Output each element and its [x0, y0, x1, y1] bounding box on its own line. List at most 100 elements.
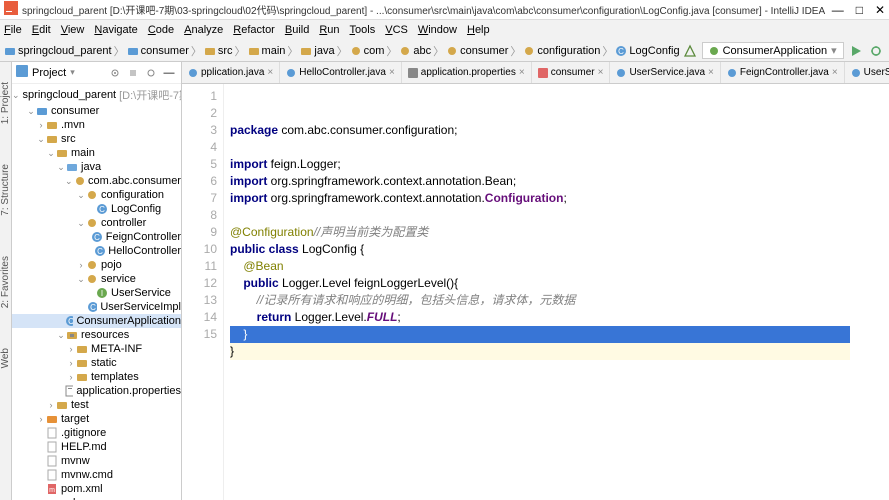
tab-application-properties[interactable]: application.properties×	[402, 62, 532, 84]
tree-node-resources[interactable]: ⌄resources	[12, 328, 181, 342]
code-line-10[interactable]: public Logger.Level feignLoggerLevel(){	[230, 275, 889, 292]
tab-consumer[interactable]: consumer×	[532, 62, 611, 84]
tab-feigncontroller-java[interactable]: FeignController.java×	[721, 62, 845, 84]
code-line-5[interactable]: import org.springframework.context.annot…	[230, 190, 889, 207]
tab-hellocontroller-java[interactable]: HelloController.java×	[280, 62, 402, 84]
tool-structure[interactable]: 7: Structure	[0, 164, 11, 216]
tab-close-icon[interactable]: ×	[519, 67, 525, 78]
code-editor[interactable]: 123456789101112131415 package com.abc.co…	[182, 84, 889, 500]
close-button[interactable]: ✕	[875, 3, 885, 17]
tree-node-pom-xml[interactable]: mpom.xml	[12, 482, 181, 496]
tree-node-logconfig[interactable]: CLogConfig	[12, 202, 181, 216]
code-line-15[interactable]	[230, 360, 889, 377]
tree-node-userservice[interactable]: IUserService	[12, 286, 181, 300]
minimize-button[interactable]: —	[832, 3, 844, 17]
tree-node-templates[interactable]: ›templates	[12, 370, 181, 384]
tree-node-feigncontroller[interactable]: CFeignController	[12, 230, 181, 244]
menu-edit[interactable]: Edit	[32, 24, 51, 36]
tree-node-consumer[interactable]: ⌄consumer	[12, 104, 181, 118]
menu-help[interactable]: Help	[467, 24, 490, 36]
tool-favorites[interactable]: 2: Favorites	[0, 256, 11, 308]
tree-node-com-abc-consumer[interactable]: ⌄com.abc.consumer	[12, 174, 181, 188]
tab-userservice-java[interactable]: UserService.java×	[610, 62, 720, 84]
menu-refactor[interactable]: Refactor	[233, 24, 275, 36]
menu-navigate[interactable]: Navigate	[94, 24, 137, 36]
code-line-11[interactable]: //记录所有请求和响应的明细，包括头信息，请求体，元数据	[230, 292, 889, 309]
tree-node--mvn[interactable]: ›.mvn	[12, 118, 181, 132]
code-content[interactable]: package com.abc.consumer.configuration; …	[224, 84, 889, 500]
code-line-9[interactable]: @Bean	[230, 258, 889, 275]
tree-node-help-md[interactable]: HELP.md	[12, 440, 181, 454]
code-line-4[interactable]: import org.springframework.context.annot…	[230, 173, 889, 190]
breadcrumb-configuration[interactable]: configuration	[523, 45, 600, 57]
tree-node-java[interactable]: ⌄java	[12, 160, 181, 174]
menu-tools[interactable]: Tools	[350, 24, 376, 36]
tree-node-target[interactable]: ›target	[12, 412, 181, 426]
maximize-button[interactable]: □	[856, 3, 863, 17]
run-config-select[interactable]: ConsumerApplication ▾	[702, 42, 844, 59]
project-tree[interactable]: ⌄springcloud_parent[D:\开课吧-7期\03-spring⌄…	[12, 84, 181, 500]
code-line-8[interactable]: public class LogConfig {	[230, 241, 889, 258]
tab-close-icon[interactable]: ×	[267, 67, 273, 78]
code-line-7[interactable]: @Configuration//声明当前类为配置类	[230, 224, 889, 241]
code-line-6[interactable]	[230, 207, 889, 224]
menu-analyze[interactable]: Analyze	[184, 24, 223, 36]
debug-icon[interactable]	[868, 43, 884, 59]
code-line-13[interactable]: }	[230, 326, 889, 343]
tab-close-icon[interactable]: ×	[389, 67, 395, 78]
line-number: 13	[188, 292, 217, 309]
tree-node-main[interactable]: ⌄main	[12, 146, 181, 160]
tree-node-mvnw[interactable]: mvnw	[12, 454, 181, 468]
tree-node-consumerapplication[interactable]: CConsumerApplication	[12, 314, 181, 328]
code-line-2[interactable]	[230, 139, 889, 156]
breadcrumb-springcloud_parent[interactable]: springcloud_parent	[4, 45, 112, 57]
tree-node--gitignore[interactable]: .gitignore	[12, 426, 181, 440]
tab-close-icon[interactable]: ×	[832, 67, 838, 78]
breadcrumb-consumer[interactable]: consumer	[127, 45, 189, 57]
tab-close-icon[interactable]: ×	[598, 67, 604, 78]
tree-node-springcloud-parent[interactable]: ⌄springcloud_parent[D:\开课吧-7期\03-spring	[12, 86, 181, 104]
tree-node-eureka-server[interactable]: ›eureka_server	[12, 496, 181, 500]
menu-build[interactable]: Build	[285, 24, 309, 36]
tool-project[interactable]: 1: Project	[0, 82, 11, 124]
tree-node-configuration[interactable]: ⌄configuration	[12, 188, 181, 202]
breadcrumb-com[interactable]: com	[350, 45, 385, 57]
scroll-from-source-icon[interactable]	[107, 65, 123, 81]
menu-view[interactable]: View	[61, 24, 85, 36]
tree-node-service[interactable]: ⌄service	[12, 272, 181, 286]
code-line-3[interactable]: import feign.Logger;	[230, 156, 889, 173]
tab-close-icon[interactable]: ×	[708, 67, 714, 78]
breadcrumb-main[interactable]: main	[248, 45, 286, 57]
menu-code[interactable]: Code	[148, 24, 174, 36]
tree-node-test[interactable]: ›test	[12, 398, 181, 412]
hide-icon[interactable]: —	[161, 65, 177, 81]
tree-node-hellocontroller[interactable]: CHelloController	[12, 244, 181, 258]
tree-node-src[interactable]: ⌄src	[12, 132, 181, 146]
tree-node-static[interactable]: ›static	[12, 356, 181, 370]
tool-web[interactable]: Web	[0, 348, 11, 368]
tree-node-application-properties[interactable]: application.properties	[12, 384, 181, 398]
menu-file[interactable]: File	[4, 24, 22, 36]
tree-node-controller[interactable]: ⌄controller	[12, 216, 181, 230]
breadcrumb-src[interactable]: src	[204, 45, 233, 57]
code-line-1[interactable]: package com.abc.consumer.configuration;	[230, 122, 889, 139]
build-icon[interactable]	[682, 43, 698, 59]
breadcrumb-abc[interactable]: abc	[399, 45, 431, 57]
gear-icon[interactable]	[143, 65, 159, 81]
breadcrumb-consumer[interactable]: consumer	[446, 45, 508, 57]
tree-node-userserviceimpl[interactable]: CUserServiceImpl	[12, 300, 181, 314]
tree-node-mvnw-cmd[interactable]: mvnw.cmd	[12, 468, 181, 482]
menu-window[interactable]: Window	[418, 24, 457, 36]
collapse-all-icon[interactable]	[125, 65, 141, 81]
menu-run[interactable]: Run	[319, 24, 339, 36]
tab-pplication-java[interactable]: pplication.java×	[182, 62, 280, 84]
code-line-12[interactable]: return Logger.Level.FULL;	[230, 309, 889, 326]
tree-node-meta-inf[interactable]: ›META-INF	[12, 342, 181, 356]
run-icon[interactable]	[848, 43, 864, 59]
tab-userserviceimpl-java[interactable]: UserServiceImpl.java×	[845, 62, 889, 84]
breadcrumb-java[interactable]: java	[300, 45, 334, 57]
code-line-14[interactable]: }	[230, 343, 889, 360]
menu-vcs[interactable]: VCS	[385, 24, 408, 36]
breadcrumb-LogConfig[interactable]: CLogConfig	[615, 45, 679, 57]
tree-node-pojo[interactable]: ›pojo	[12, 258, 181, 272]
